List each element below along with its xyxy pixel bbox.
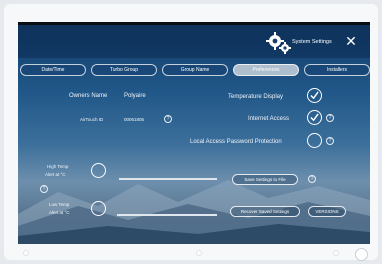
mountain-background	[18, 180, 370, 244]
close-button[interactable]: ✕	[342, 32, 360, 50]
local-password-checkbox[interactable]	[307, 133, 322, 148]
versions-button[interactable]: VERSIONS	[308, 206, 346, 217]
high-temp-slider[interactable]	[119, 178, 217, 180]
owners-name-value: Polyaire	[124, 93, 146, 99]
high-temp-info-icon[interactable]: ?	[40, 185, 48, 193]
low-temp-label: Low Temp	[49, 202, 70, 207]
low-temp-slider[interactable]	[117, 214, 217, 216]
internet-access-label: Internet Access	[248, 116, 290, 122]
local-password-label: Local Access Password Protection	[190, 139, 282, 145]
tab-preferences[interactable]: Preferences	[233, 64, 299, 76]
save-settings-button[interactable]: Save Settings to File	[232, 174, 298, 185]
page-title: System Settings	[292, 39, 332, 45]
header-bar: System Settings ✕	[18, 22, 370, 58]
high-temp-unit-label: Alert at °C	[45, 172, 66, 177]
tab-installers[interactable]: Installers	[304, 64, 370, 76]
low-temp-unit-label: Alert at °C	[49, 210, 70, 215]
indicator-dot-center	[196, 250, 202, 256]
temperature-display-checkbox[interactable]	[307, 88, 322, 103]
tab-group-name[interactable]: Group Name	[162, 64, 228, 76]
local-password-info-icon[interactable]: ?	[326, 137, 334, 145]
indicator-dot-right	[333, 250, 339, 256]
tab-turbo-group[interactable]: Turbo Group	[91, 64, 157, 76]
temperature-display-label: Temperature Display	[228, 94, 284, 100]
internet-access-checkbox[interactable]	[307, 110, 322, 125]
airtouch-id-label: AirTouch ID	[80, 117, 104, 122]
save-settings-info-icon[interactable]: ?	[308, 175, 316, 183]
tab-date-time[interactable]: Date/Time	[20, 64, 86, 76]
recover-settings-button[interactable]: Recover Saved Settings	[230, 206, 300, 217]
screen: System Settings ✕ Date/Time Turbo Group …	[18, 22, 370, 244]
check-icon	[310, 113, 319, 122]
gear-icon	[266, 32, 291, 54]
airtouch-info-icon[interactable]: ?	[164, 115, 172, 123]
high-temp-toggle[interactable]	[91, 163, 106, 178]
tab-bar: Date/Time Turbo Group Group Name Prefere…	[20, 64, 370, 76]
internet-info-icon[interactable]: ?	[326, 114, 334, 122]
header-top-strip	[18, 22, 370, 25]
high-temp-label: High Temp	[47, 164, 69, 169]
owners-name-label: Owners Name	[69, 93, 108, 99]
indicator-dot-left	[23, 250, 29, 256]
home-button[interactable]	[355, 248, 368, 261]
low-temp-toggle[interactable]	[91, 201, 106, 216]
airtouch-id-value: 00061805	[124, 117, 145, 122]
check-icon	[310, 91, 319, 100]
